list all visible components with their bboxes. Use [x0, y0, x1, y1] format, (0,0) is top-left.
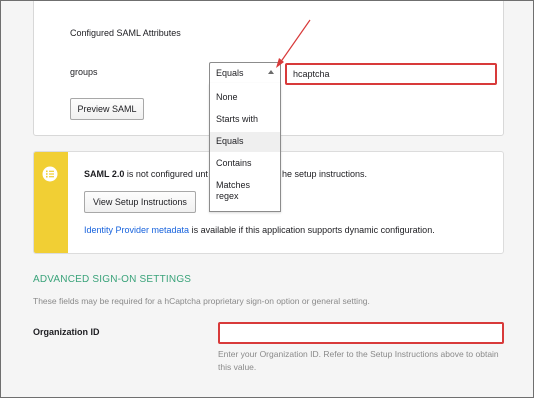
idp-metadata-link[interactable]: Identity Provider metadata: [84, 225, 189, 235]
filter-select-value: Equals: [216, 68, 244, 78]
list-icon: [42, 166, 58, 182]
organization-id-label: Organization ID: [33, 327, 100, 337]
idp-metadata-text: is available if this application support…: [189, 225, 435, 235]
filter-option-matches-regex[interactable]: Matches regex: [210, 180, 270, 202]
filter-select[interactable]: Equals: [209, 62, 281, 84]
preview-saml-button[interactable]: Preview SAML: [70, 98, 144, 120]
filter-value-text: hcaptcha: [293, 69, 330, 79]
filter-option-contains[interactable]: Contains: [210, 158, 280, 169]
filter-dropdown-menu: None Starts with Equals Contains Matches…: [209, 83, 281, 212]
filter-value-input[interactable]: hcaptcha: [285, 63, 497, 85]
idp-metadata-line: Identity Provider metadata is available …: [84, 225, 435, 235]
notice-band: [34, 152, 68, 253]
attribute-name-label: groups: [70, 67, 98, 77]
view-setup-instructions-button[interactable]: View Setup Instructions: [84, 191, 196, 213]
notice-message-end: he setup instructions.: [282, 169, 368, 179]
organization-id-help: Enter your Organization ID. Refer to the…: [218, 349, 499, 372]
notice-message: SAML 2.0 is not configured unt: [84, 169, 208, 179]
advanced-settings-description: These fields may be required for a hCapt…: [33, 296, 370, 306]
notice-bold: SAML 2.0: [84, 169, 125, 179]
advanced-settings-heading: ADVANCED SIGN-ON SETTINGS: [33, 274, 192, 285]
filter-option-none[interactable]: None: [210, 92, 280, 103]
saml-attributes-title: Configured SAML Attributes: [70, 28, 181, 38]
notice-message-start: is not configured unt: [124, 169, 208, 179]
filter-option-equals[interactable]: Equals: [210, 132, 280, 152]
caret-up-icon: [268, 70, 274, 74]
filter-option-starts-with[interactable]: Starts with: [210, 114, 280, 125]
organization-id-input[interactable]: [218, 322, 504, 344]
